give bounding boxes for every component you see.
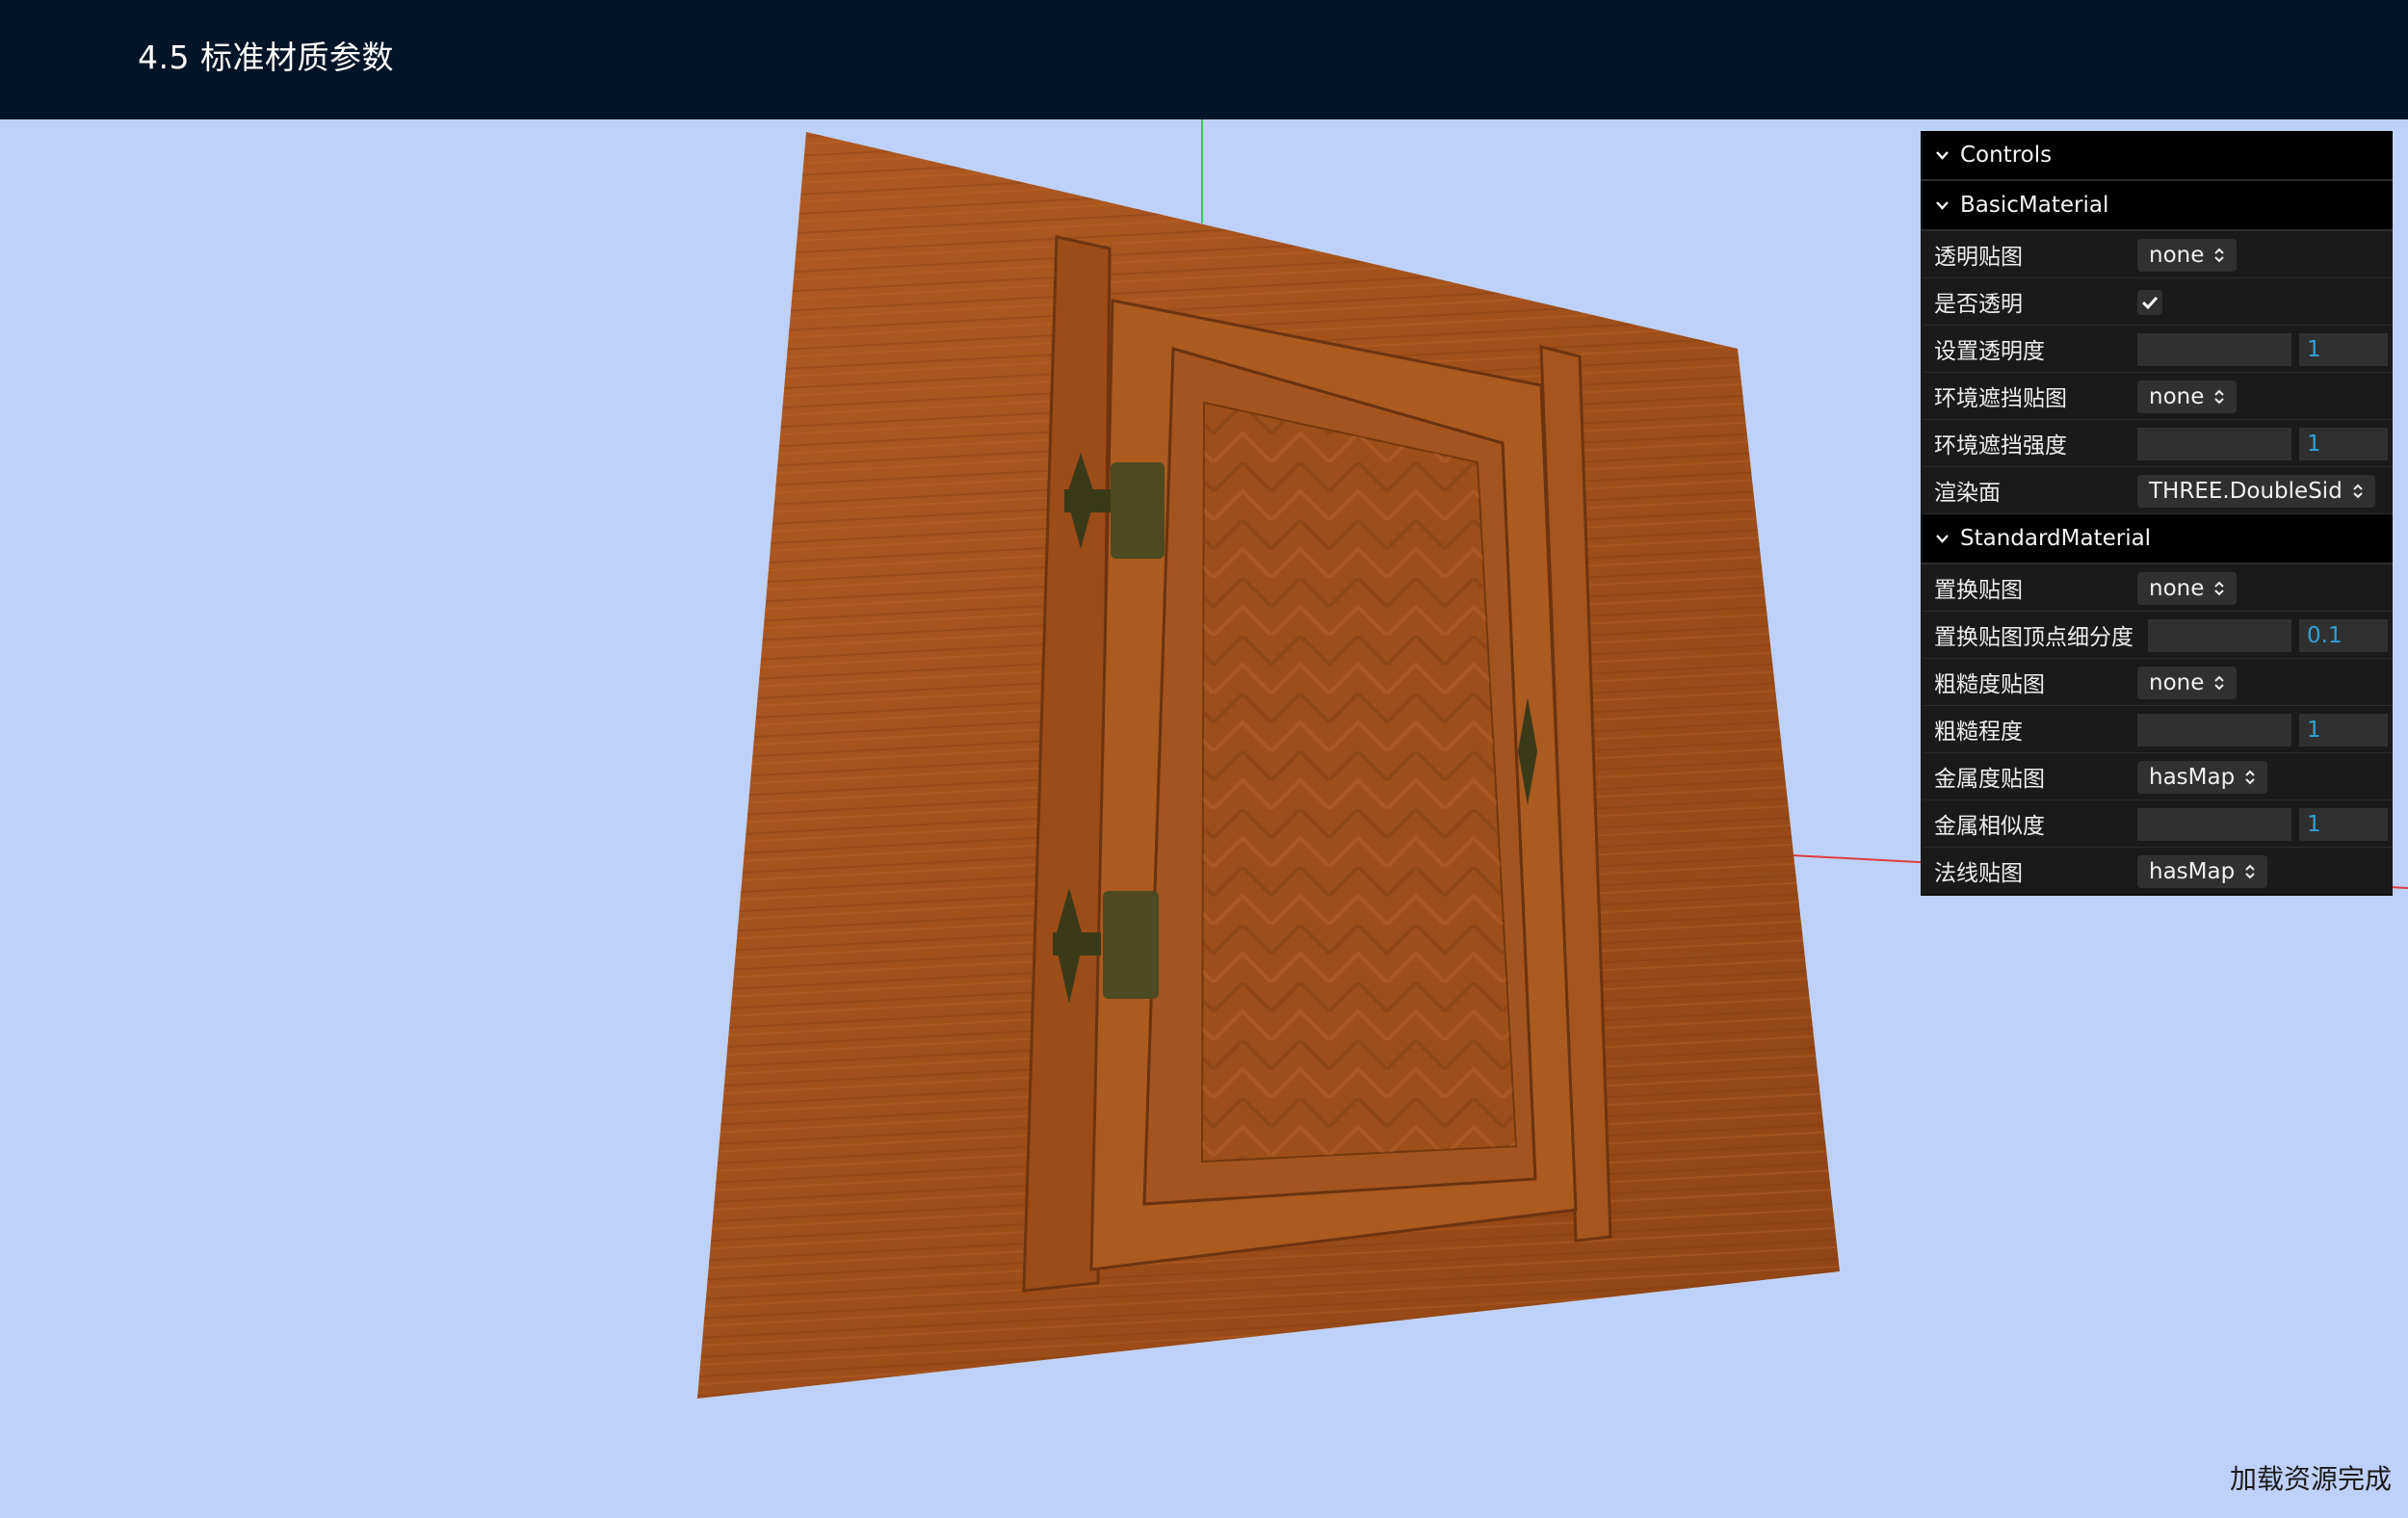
slider-fill: [2137, 808, 2291, 841]
metalness-row: 金属相似度 1: [1921, 800, 2393, 848]
ao-intensity-slider[interactable]: [2137, 428, 2291, 460]
alpha-map-label: 透明贴图: [1934, 245, 2023, 270]
side-value: THREE.DoubleSid: [2149, 479, 2343, 504]
metalness-map-select[interactable]: hasMap: [2137, 761, 2268, 794]
hinge-top: [1064, 453, 1165, 559]
controls-folder-title[interactable]: Controls: [1921, 131, 2393, 181]
slider-fill: [2137, 714, 2291, 746]
transparent-row: 是否透明: [1921, 278, 2393, 326]
page-title: 4.5 标准材质参数: [138, 39, 394, 76]
alpha-map-value: none: [2149, 243, 2205, 268]
basic-material-label: BasicMaterial: [1960, 193, 2109, 218]
normal-map-value: hasMap: [2149, 859, 2236, 884]
roughness-slider[interactable]: [2137, 714, 2291, 746]
alpha-map-select[interactable]: none: [2137, 239, 2238, 272]
ao-intensity-label: 环境遮挡强度: [1934, 433, 2067, 458]
roughness-map-select[interactable]: none: [2137, 667, 2238, 699]
side-row: 渲染面 THREE.DoubleSid: [1921, 467, 2393, 514]
chevron-down-icon: [1936, 200, 1949, 210]
basic-material-folder-title[interactable]: BasicMaterial: [1921, 181, 2393, 231]
select-arrows-icon: [2214, 248, 2225, 263]
opacity-label: 设置透明度: [1934, 339, 2045, 364]
opacity-row: 设置透明度 1: [1921, 326, 2393, 373]
displacement-scale-row: 置换贴图顶点细分度 0.1: [1921, 612, 2393, 659]
select-arrows-icon: [2214, 389, 2225, 405]
slider-fill: [2137, 333, 2291, 366]
side-label: 渲染面: [1934, 481, 2001, 506]
metalness-map-label: 金属度贴图: [1934, 767, 2045, 792]
roughness-map-row: 粗糙度贴图 none: [1921, 659, 2393, 706]
roughness-map-label: 粗糙度贴图: [1934, 672, 2045, 697]
chevron-down-icon: [1936, 534, 1949, 543]
alpha-map-row: 透明贴图 none: [1921, 231, 2393, 278]
select-arrows-icon: [2353, 484, 2363, 499]
ao-map-row: 环境遮挡贴图 none: [1921, 373, 2393, 420]
displacement-map-row: 置换贴图 none: [1921, 564, 2393, 612]
displacement-scale-slider[interactable]: [2148, 619, 2291, 652]
controls-panel[interactable]: Controls BasicMaterial 透明贴图 none 是否透明 设置…: [1921, 131, 2393, 896]
select-arrows-icon: [2214, 581, 2225, 596]
slider-fill: [2148, 619, 2291, 652]
ao-intensity-row: 环境遮挡强度 1: [1921, 420, 2393, 467]
chevron-down-icon: [1936, 150, 1949, 160]
ao-map-label: 环境遮挡贴图: [1934, 386, 2067, 411]
normal-map-select[interactable]: hasMap: [2137, 855, 2268, 888]
roughness-map-value: none: [2149, 670, 2205, 695]
metalness-label: 金属相似度: [1934, 814, 2045, 839]
metalness-map-value: hasMap: [2149, 765, 2236, 790]
roughness-label: 粗糙程度: [1934, 720, 2023, 745]
ao-map-value: none: [2149, 384, 2205, 409]
roughness-row: 粗糙程度 1: [1921, 706, 2393, 753]
opacity-slider[interactable]: [2137, 333, 2291, 366]
displacement-map-select[interactable]: none: [2137, 572, 2238, 605]
displacement-scale-input[interactable]: 0.1: [2299, 619, 2388, 652]
displacement-scale-label: 置换贴图顶点细分度: [1934, 625, 2133, 650]
displacement-map-value: none: [2149, 576, 2205, 601]
select-arrows-icon: [2245, 770, 2255, 785]
normal-map-label: 法线贴图: [1934, 861, 2023, 886]
controls-title-label: Controls: [1960, 143, 2053, 168]
normal-map-row: 法线贴图 hasMap: [1921, 848, 2393, 894]
loading-status-text: 加载资源完成: [2229, 1463, 2392, 1495]
select-arrows-icon: [2245, 864, 2255, 879]
wooden-door-mesh: [697, 132, 1840, 1399]
metalness-map-row: 金属度贴图 hasMap: [1921, 753, 2393, 800]
transparent-checkbox[interactable]: [2137, 290, 2162, 315]
standard-material-label: StandardMaterial: [1960, 526, 2152, 551]
displacement-map-label: 置换贴图: [1934, 578, 2023, 603]
transparent-label: 是否透明: [1934, 292, 2023, 317]
metalness-slider[interactable]: [2137, 808, 2291, 841]
checkmark-icon: [2141, 296, 2159, 310]
slider-fill: [2137, 428, 2291, 460]
standard-material-folder-title[interactable]: StandardMaterial: [1921, 514, 2393, 564]
ao-intensity-input[interactable]: 1: [2299, 428, 2388, 460]
side-select[interactable]: THREE.DoubleSid: [2137, 475, 2375, 508]
opacity-input[interactable]: 1: [2299, 333, 2388, 366]
hinge-bottom: [1053, 888, 1159, 1004]
roughness-input[interactable]: 1: [2299, 714, 2388, 746]
app-header: 4.5 标准材质参数: [0, 0, 2408, 119]
metalness-input[interactable]: 1: [2299, 808, 2388, 841]
select-arrows-icon: [2214, 675, 2225, 691]
ao-map-select[interactable]: none: [2137, 380, 2238, 413]
